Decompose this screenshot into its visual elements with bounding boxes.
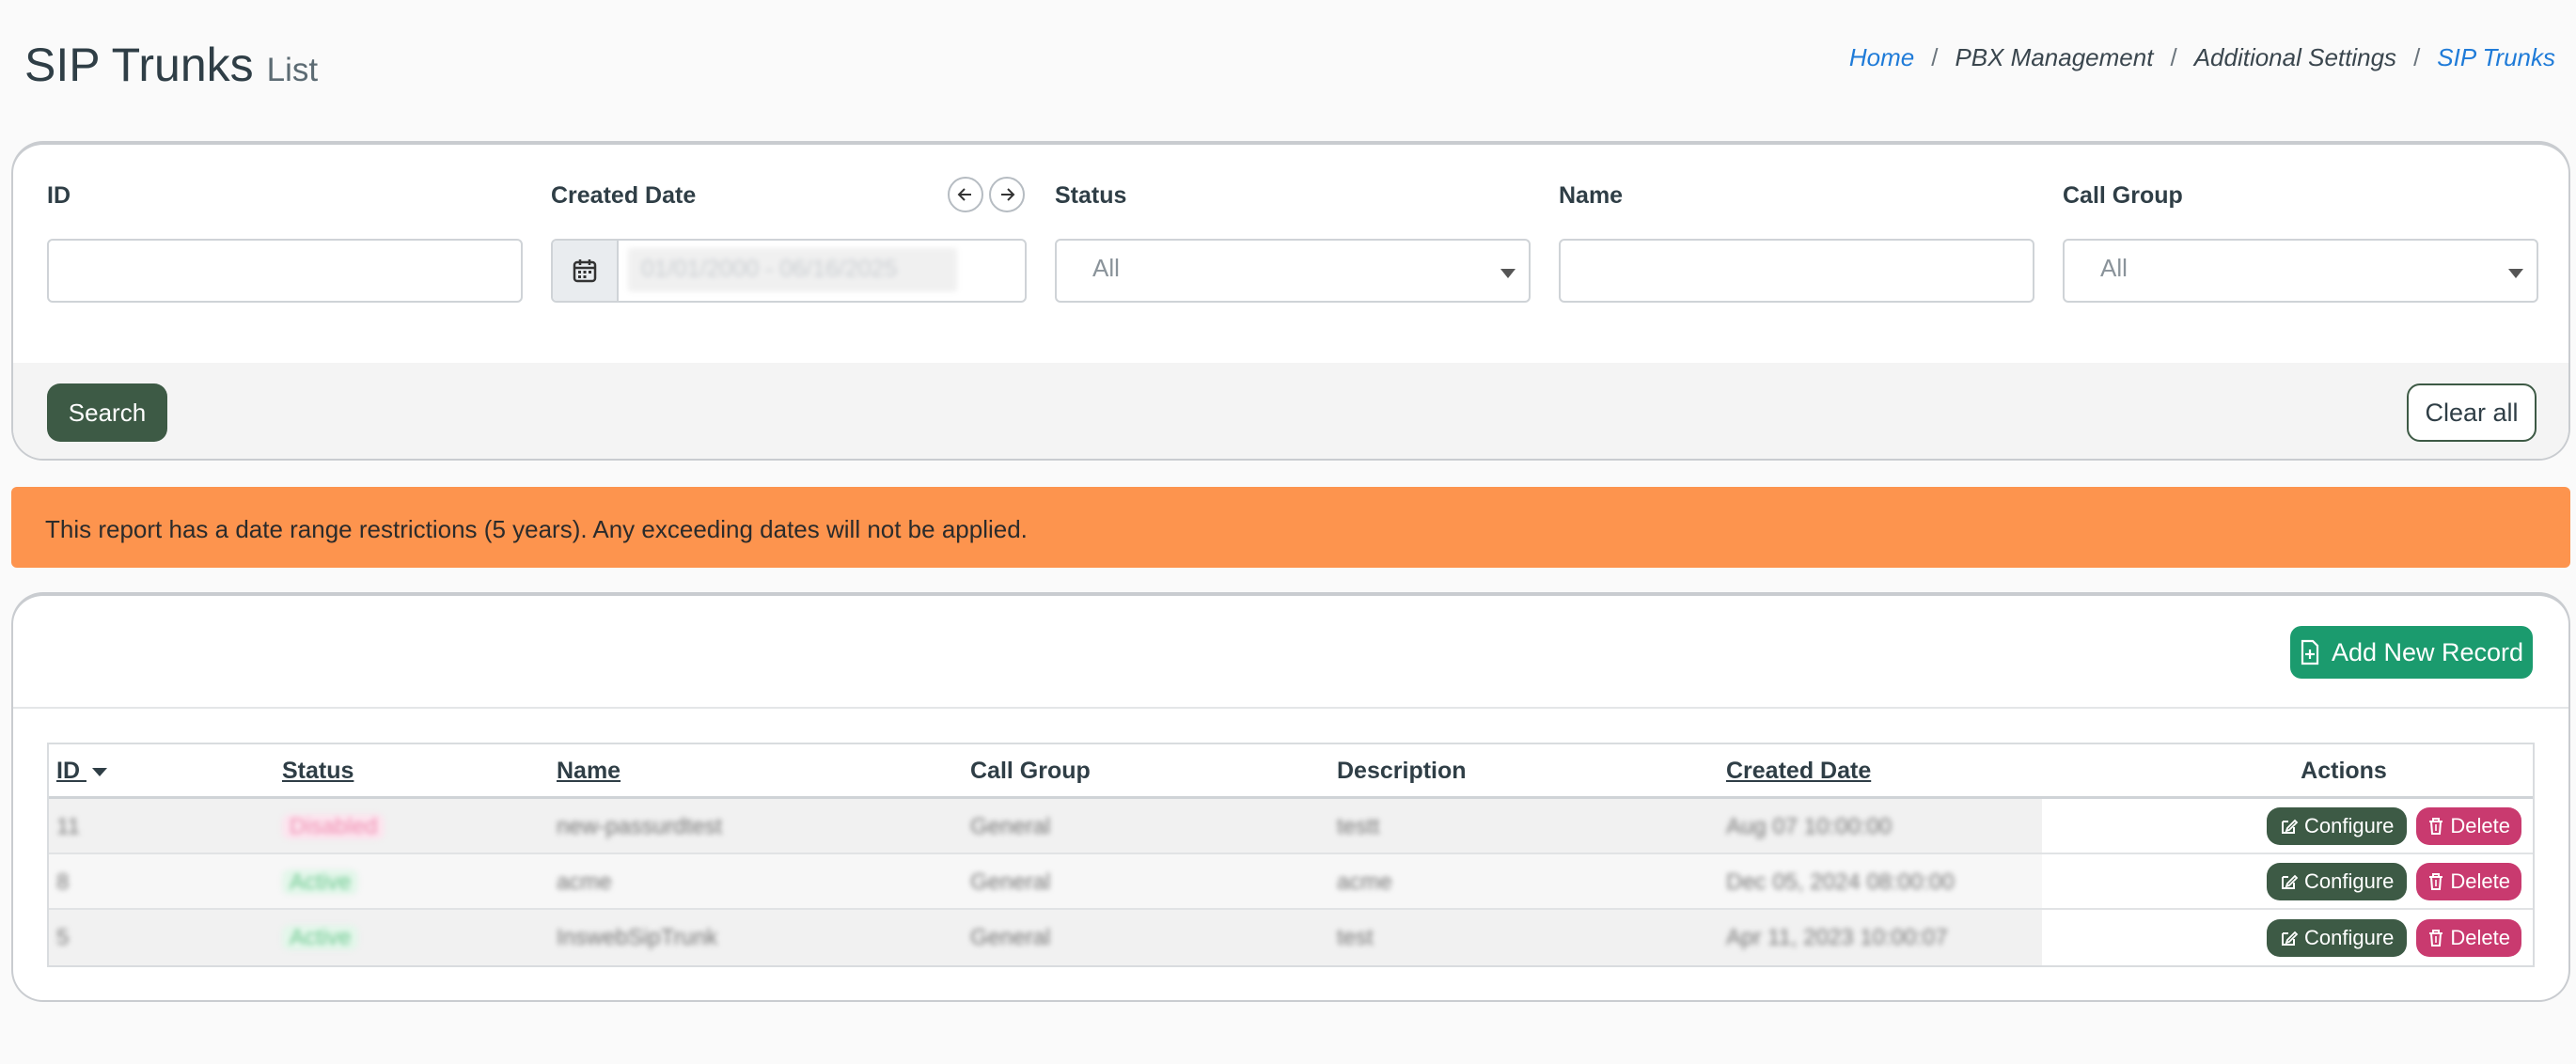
- table-card: Add New Record ID Status Name Call Group…: [11, 592, 2570, 1002]
- cell-created-date: Dec 05, 2024 08:00:00: [1726, 869, 1955, 895]
- filter-name: Name: [1559, 182, 2034, 303]
- edit-icon: [2282, 819, 2299, 834]
- trash-icon: [2429, 872, 2443, 890]
- cell-created-date: Apr 11, 2023 10:00:07: [1726, 925, 1948, 950]
- created-date-value: 01/01/2000 - 06/16/2025: [628, 248, 957, 291]
- breadcrumb-pbx-management[interactable]: PBX Management: [1955, 43, 2153, 72]
- page: SIP Trunks List Home / PBX Management / …: [0, 0, 2576, 1064]
- filter-call-group: Call Group All: [2063, 182, 2538, 303]
- breadcrumb-additional-settings[interactable]: Additional Settings: [2194, 43, 2396, 72]
- status-badge: Disabled: [282, 814, 385, 839]
- column-status[interactable]: Status: [275, 744, 549, 796]
- chevron-down-icon: [1500, 269, 1516, 278]
- table-row: 11 Disabled new-passurdtest General test…: [49, 799, 2533, 854]
- breadcrumb-current: SIP Trunks: [2437, 43, 2555, 71]
- delete-button[interactable]: Delete: [2416, 918, 2521, 957]
- page-header: SIP Trunks List: [24, 38, 318, 92]
- id-label: ID: [47, 182, 71, 209]
- table-row: 8 Active acme General acme Dec 05, 2024 …: [49, 854, 2533, 910]
- chevron-down-icon: [2508, 269, 2523, 278]
- cell-name: InswebSipTrunk: [557, 925, 718, 950]
- cell-status: Disabled: [275, 799, 549, 853]
- page-subtitle: List: [266, 52, 319, 88]
- cell-call-group: General: [970, 869, 1051, 895]
- calendar-button[interactable]: [553, 241, 619, 301]
- breadcrumb-home[interactable]: Home: [1849, 43, 1914, 72]
- add-new-record-label: Add New Record: [2331, 637, 2524, 666]
- table-header: ID Status Name Call Group Description Cr…: [49, 744, 2533, 799]
- cell-status: Active: [275, 910, 549, 965]
- cell-call-group: General: [970, 925, 1051, 950]
- arrow-right-icon: [1001, 188, 1015, 201]
- cell-id: 8: [56, 869, 70, 895]
- filter-status: Status All: [1055, 182, 1531, 303]
- breadcrumb-separator: /: [2170, 43, 2177, 71]
- trash-icon: [2429, 929, 2443, 947]
- date-nav: [948, 177, 1025, 212]
- prev-range-button[interactable]: [948, 177, 983, 212]
- status-badge: Active: [282, 925, 359, 950]
- cell-id: 11: [56, 814, 80, 839]
- trash-icon: [2429, 817, 2443, 835]
- cell-description: acme: [1337, 869, 1392, 895]
- name-input[interactable]: [1559, 239, 2034, 303]
- row-actions: Configure Delete: [2042, 799, 2533, 853]
- filter-created-date: Created Date 01/01/2000 - 06/16/2025: [551, 177, 1027, 303]
- cell-name: acme: [557, 869, 612, 895]
- status-select-value: All: [1092, 254, 1120, 282]
- date-range-warning: This report has a date range restriction…: [11, 487, 2570, 568]
- column-name[interactable]: Name: [549, 744, 963, 796]
- call-group-select-value: All: [2100, 254, 2128, 282]
- divider: [13, 707, 2568, 709]
- filter-footer: Search Clear all: [13, 363, 2568, 459]
- column-description: Description: [1337, 758, 1467, 784]
- configure-button[interactable]: Configure: [2267, 806, 2408, 845]
- filter-id: ID: [47, 182, 523, 303]
- status-select[interactable]: All: [1055, 239, 1531, 303]
- breadcrumb: Home / PBX Management / Additional Setti…: [1849, 43, 2555, 72]
- configure-button[interactable]: Configure: [2267, 918, 2408, 957]
- name-label: Name: [1559, 182, 1624, 209]
- next-range-button[interactable]: [989, 177, 1025, 212]
- column-id[interactable]: ID: [49, 744, 275, 796]
- arrow-left-icon: [957, 188, 971, 201]
- id-input[interactable]: [47, 239, 523, 303]
- delete-button[interactable]: Delete: [2416, 862, 2521, 900]
- row-actions: Configure Delete: [2042, 854, 2533, 908]
- cell-id: 5: [56, 925, 70, 950]
- call-group-select[interactable]: All: [2063, 239, 2538, 303]
- row-actions: Configure Delete: [2042, 910, 2533, 965]
- cell-created-date: Aug 07 10:00:00: [1726, 814, 1893, 839]
- filter-card: ID Created Date 01/01/2000 - 06/16/2025 …: [11, 141, 2570, 461]
- cell-status: Active: [275, 854, 549, 908]
- sort-desc-icon: [91, 767, 107, 776]
- cell-description: testt: [1337, 814, 1380, 839]
- column-call-group: Call Group: [970, 758, 1091, 784]
- delete-button[interactable]: Delete: [2416, 806, 2521, 845]
- file-plus-icon: [2301, 639, 2319, 665]
- column-actions: Actions: [2301, 758, 2387, 784]
- status-label: Status: [1055, 182, 1127, 209]
- search-button[interactable]: Search: [47, 383, 167, 442]
- column-created-date[interactable]: Created Date: [1719, 744, 2042, 796]
- edit-icon: [2282, 931, 2299, 946]
- call-group-label: Call Group: [2063, 182, 2183, 209]
- breadcrumb-separator: /: [1931, 43, 1939, 71]
- cell-description: test: [1337, 925, 1374, 950]
- configure-button[interactable]: Configure: [2267, 862, 2408, 900]
- add-new-record-button[interactable]: Add New Record: [2290, 626, 2533, 679]
- cell-call-group: General: [970, 814, 1051, 839]
- calendar-icon: [573, 259, 597, 283]
- table-row: 5 Active InswebSipTrunk General test Apr…: [49, 910, 2533, 965]
- created-date-input[interactable]: 01/01/2000 - 06/16/2025: [551, 239, 1027, 303]
- edit-icon: [2282, 874, 2299, 889]
- page-title: SIP Trunks: [24, 39, 254, 91]
- breadcrumb-separator: /: [2413, 43, 2421, 71]
- cell-name: new-passurdtest: [557, 814, 723, 839]
- sip-trunks-table: ID Status Name Call Group Description Cr…: [47, 743, 2535, 967]
- status-badge: Active: [282, 869, 359, 895]
- clear-all-button[interactable]: Clear all: [2407, 383, 2537, 442]
